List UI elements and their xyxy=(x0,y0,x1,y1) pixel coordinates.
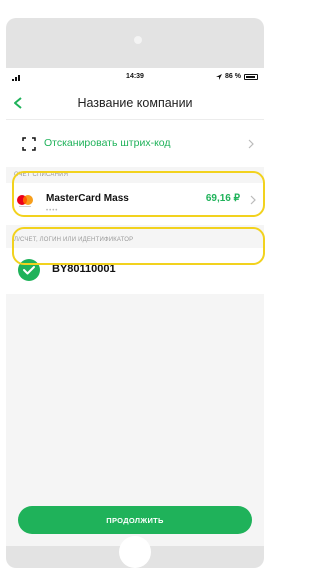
battery-icon xyxy=(244,73,258,80)
account-field-value[interactable]: BY80110001 xyxy=(52,263,116,275)
battery-percent: 86 % xyxy=(225,73,241,80)
camera-dot xyxy=(134,36,142,44)
chevron-right-icon xyxy=(250,195,256,205)
location-icon xyxy=(216,73,223,80)
check-circle-icon xyxy=(18,259,40,281)
home-button[interactable] xyxy=(119,536,151,568)
debit-card-row[interactable]: MasterCard Mass •••• 69,16 ₽ xyxy=(6,183,264,225)
page-title: Название компании xyxy=(77,96,193,110)
mastercard-logo-icon xyxy=(17,195,33,207)
account-field-row[interactable]: BY80110001 xyxy=(6,248,264,294)
scan-barcode-label: Отсканировать штрих-код xyxy=(44,137,171,149)
app-screen: 14:39 86 % Название компании Отсканирова… xyxy=(6,68,264,546)
status-right: 86 % xyxy=(216,73,258,80)
card-number-mask: •••• xyxy=(46,208,59,214)
debit-section-header: СЧЕТ СПИСАНИЯ xyxy=(6,167,264,183)
continue-button[interactable]: ПРОДОЛЖИТЬ xyxy=(18,506,252,534)
card-name: MasterCard Mass xyxy=(46,193,129,204)
chevron-right-icon xyxy=(248,139,254,149)
account-section-header: Л/СЧЕТ, ЛОГИН ИЛИ ИДЕНТИФИКАТОР xyxy=(6,225,264,248)
scan-frame-icon xyxy=(22,137,36,151)
status-bar: 14:39 86 % xyxy=(6,68,264,86)
account-section-label: Л/СЧЕТ, ЛОГИН ИЛИ ИДЕНТИФИКАТОР xyxy=(14,237,134,243)
debit-section-label: СЧЕТ СПИСАНИЯ xyxy=(14,172,69,178)
phone-frame: 14:39 86 % Название компании Отсканирова… xyxy=(6,18,264,568)
card-balance: 69,16 ₽ xyxy=(205,193,240,204)
scan-barcode-row[interactable]: Отсканировать штрих-код xyxy=(6,121,264,167)
nav-bar: Название компании xyxy=(6,86,264,120)
